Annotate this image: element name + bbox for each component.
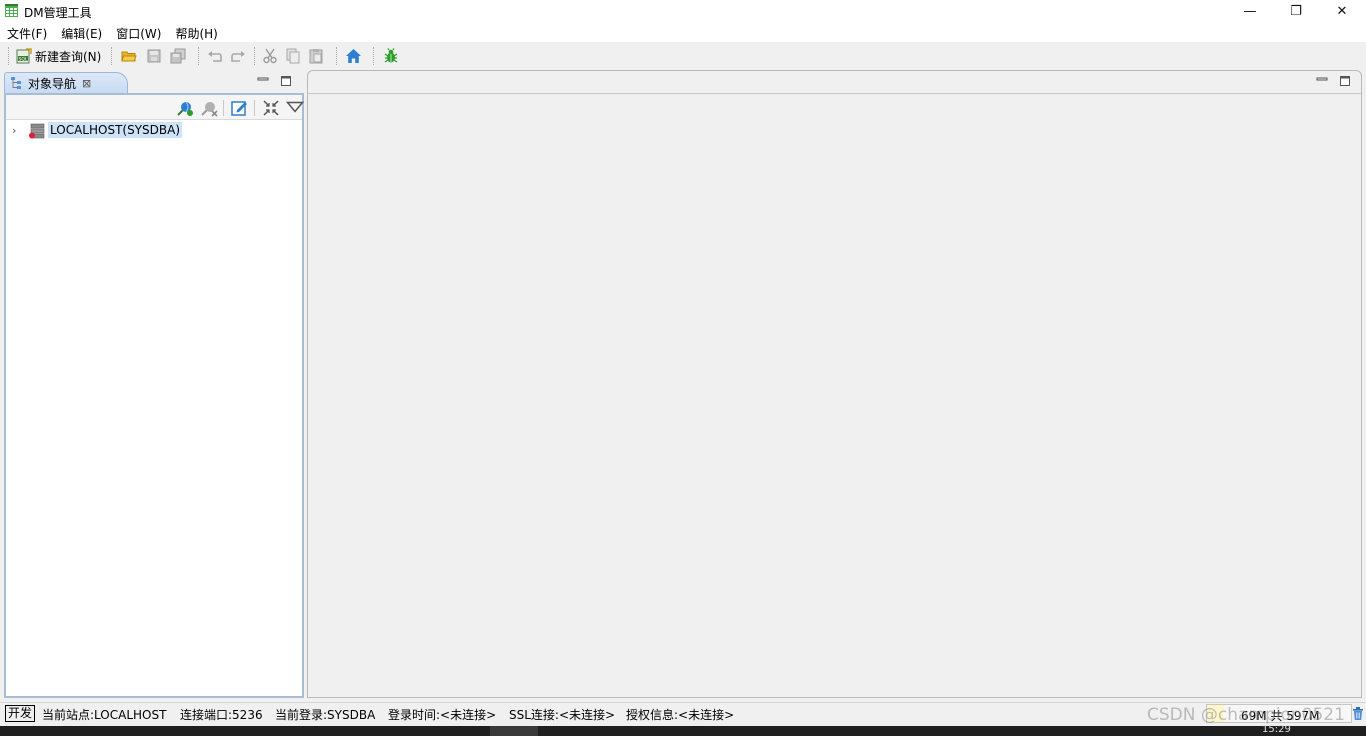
menu-help[interactable]: 帮助(H) — [168, 22, 224, 42]
tab-object-navigator[interactable]: 对象导航 ⊠ — [4, 72, 128, 93]
redo-button[interactable] — [230, 46, 246, 66]
status-license: 授权信息:<未连接> — [626, 708, 735, 722]
minimize-panel-icon[interactable] — [257, 75, 269, 87]
editor-area — [307, 70, 1362, 698]
taskbar-active-app[interactable] — [490, 726, 538, 736]
database-server-icon — [29, 123, 45, 139]
title-bar: DM管理工具 — ❐ ✕ — [0, 0, 1366, 22]
expand-chevron-icon[interactable]: › — [12, 124, 16, 137]
save-all-icon — [170, 48, 186, 64]
object-navigator-body: › LOCALHOST(SYSDBA) — [4, 93, 304, 698]
navigator-tree-icon — [11, 77, 21, 89]
toolbar-separator — [254, 47, 255, 65]
new-connection-icon[interactable] — [176, 99, 194, 117]
disconnect-icon[interactable] — [200, 99, 218, 117]
toolbar-separator — [373, 47, 374, 65]
debug-bug-icon — [384, 48, 398, 63]
cut-button[interactable] — [262, 46, 278, 66]
open-folder-icon — [121, 51, 137, 62]
tab-label: 对象导航 — [28, 76, 77, 91]
minimize-editor-icon[interactable] — [1316, 75, 1328, 87]
tab-close-icon[interactable]: ⊠ — [82, 77, 91, 90]
undo-button[interactable] — [207, 46, 223, 66]
toolbar-separator — [198, 47, 199, 65]
copy-button[interactable] — [285, 46, 301, 66]
status-login: 当前登录:SYSDBA — [275, 708, 376, 722]
status-login-time: 登录时间:<未连接> — [388, 708, 497, 722]
minimize-button[interactable]: — — [1227, 0, 1273, 22]
status-bar: 开发 当前站点:LOCALHOST 连接端口:5236 当前登录:SYSDBA … — [0, 702, 1366, 725]
main-toolbar: SQL 新建查询(N) — [0, 42, 1366, 70]
tree-node-localhost[interactable]: › LOCALHOST(SYSDBA) — [6, 121, 302, 141]
home-icon — [346, 49, 361, 63]
save-button[interactable] — [146, 46, 162, 66]
debug-button[interactable] — [383, 46, 399, 66]
menu-edit[interactable]: 编辑(E) — [54, 22, 109, 42]
open-button[interactable] — [121, 46, 137, 66]
paste-button[interactable] — [308, 46, 324, 66]
maximize-editor-icon[interactable] — [1339, 75, 1351, 87]
copy-icon — [286, 48, 300, 64]
menu-window[interactable]: 窗口(W) — [109, 22, 168, 42]
edit-icon[interactable] — [230, 99, 248, 117]
dm-app-icon — [5, 4, 18, 17]
object-navigator-panel: 对象导航 ⊠ › LOCALHOST(SYSDBA) — [4, 72, 304, 698]
action-separator — [223, 100, 224, 116]
new-query-sql-icon: SQL — [16, 48, 32, 64]
close-button[interactable]: ✕ — [1319, 0, 1365, 22]
toolbar-separator — [336, 47, 337, 65]
mode-indicator[interactable]: 开发 — [5, 705, 36, 722]
toolbar-grip — [8, 47, 9, 65]
new-query-button[interactable]: SQL 新建查询(N) — [16, 46, 101, 66]
status-ssl: SSL连接:<未连接> — [509, 708, 616, 722]
object-tree: › LOCALHOST(SYSDBA) — [6, 121, 302, 141]
svg-text:SQL: SQL — [19, 56, 28, 62]
undo-icon — [208, 51, 222, 62]
cut-icon — [263, 48, 277, 64]
tree-node-label[interactable]: LOCALHOST(SYSDBA) — [48, 122, 183, 138]
save-all-button[interactable] — [170, 46, 186, 66]
os-taskbar: 15:29 — [0, 724, 1366, 736]
editor-header-divider — [308, 93, 1361, 94]
collapse-all-icon[interactable] — [262, 99, 280, 117]
toolbar-separator — [111, 47, 112, 65]
navigator-action-bar — [6, 95, 304, 120]
object-navigator-tabbar: 对象导航 ⊠ — [4, 72, 304, 93]
csdn-watermark: CSDN @champion0521 — [1147, 705, 1345, 725]
taskbar-clock: 15:29 — [1262, 724, 1291, 735]
window-title: DM管理工具 — [24, 6, 92, 20]
status-port: 连接端口:5236 — [180, 708, 263, 722]
redo-icon — [231, 51, 245, 62]
menu-file[interactable]: 文件(F) — [0, 22, 54, 42]
save-icon — [147, 49, 161, 63]
garbage-collect-trash-icon[interactable] — [1352, 706, 1364, 721]
view-menu-icon[interactable] — [286, 98, 304, 116]
menu-bar: 文件(F) 编辑(E) 窗口(W) 帮助(H) — [0, 22, 1366, 42]
paste-icon — [309, 49, 323, 64]
home-button[interactable] — [345, 46, 362, 66]
restore-button[interactable]: ❐ — [1273, 0, 1319, 22]
maximize-panel-icon[interactable] — [280, 75, 292, 87]
new-query-label: 新建查询(N) — [35, 49, 102, 64]
status-site: 当前站点:LOCALHOST — [42, 708, 167, 722]
action-separator — [254, 100, 255, 116]
